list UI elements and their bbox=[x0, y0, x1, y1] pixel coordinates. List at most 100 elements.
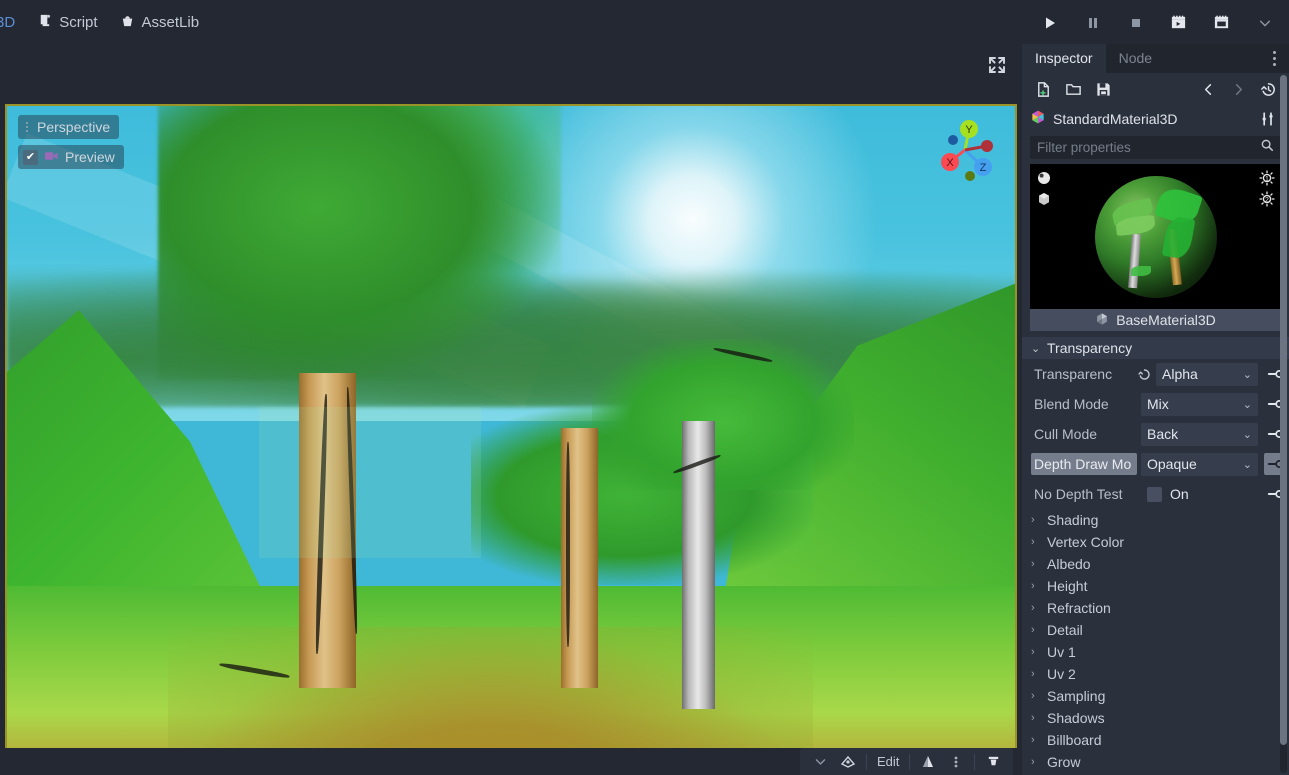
preview-toggle[interactable]: ✔ Preview bbox=[18, 145, 124, 169]
section-sampling[interactable]: › Sampling bbox=[1022, 685, 1289, 707]
property-value-cull-mode[interactable]: Back ⌄ bbox=[1141, 422, 1258, 446]
resource-header: StandardMaterial3D bbox=[1022, 105, 1289, 133]
stop-button[interactable] bbox=[1119, 6, 1152, 39]
play-custom-button[interactable] bbox=[1205, 6, 1238, 39]
main-tab-script[interactable]: Script bbox=[26, 8, 108, 37]
main-tab-script-label: Script bbox=[59, 14, 98, 31]
preview-light1-icon[interactable]: 1 bbox=[1259, 170, 1275, 186]
svg-text:X: X bbox=[946, 157, 954, 169]
chevron-right-icon: › bbox=[1031, 668, 1035, 680]
section-uv1[interactable]: › Uv 1 bbox=[1022, 641, 1289, 663]
preview-label: BaseMaterial3D bbox=[1116, 312, 1216, 328]
history-icon[interactable] bbox=[1255, 76, 1281, 102]
preview-box-icon[interactable] bbox=[1036, 191, 1052, 207]
property-row-cull-mode[interactable]: Cull Mode Back ⌄ bbox=[1022, 419, 1289, 449]
preview-light2-icon[interactable]: 2 bbox=[1259, 191, 1275, 207]
chevron-right-icon: › bbox=[1031, 514, 1035, 526]
options-button[interactable] bbox=[942, 750, 970, 774]
tab-inspector[interactable]: Inspector bbox=[1022, 44, 1106, 73]
main-tab-assetlib[interactable]: AssetLib bbox=[109, 8, 211, 37]
chevron-down-icon: ⌄ bbox=[1242, 428, 1252, 441]
collapse-button[interactable] bbox=[806, 750, 834, 774]
edit-button[interactable]: Edit bbox=[871, 750, 905, 774]
object-tools-button[interactable] bbox=[1255, 106, 1281, 132]
section-height[interactable]: › Height bbox=[1022, 575, 1289, 597]
section-albedo[interactable]: › Albedo bbox=[1022, 553, 1289, 575]
section-header-transparency[interactable]: ⌄ Transparency bbox=[1022, 337, 1289, 359]
property-row-transparency[interactable]: Transparenc Alpha ⌄ bbox=[1022, 359, 1289, 389]
preview-checkbox[interactable]: ✔ bbox=[23, 149, 38, 165]
viewport-scene bbox=[7, 106, 1015, 775]
section-refraction[interactable]: › Refraction bbox=[1022, 597, 1289, 619]
expand-viewport-button[interactable] bbox=[982, 50, 1012, 80]
section-shading[interactable]: › Shading bbox=[1022, 509, 1289, 531]
delete-button[interactable] bbox=[979, 750, 1007, 774]
chevron-down-icon: ⌄ bbox=[1242, 458, 1252, 471]
property-value-label-depth-draw-mode: Opaque bbox=[1147, 456, 1197, 472]
section-label-shadows: Shadows bbox=[1047, 710, 1105, 726]
section-uv2[interactable]: › Uv 2 bbox=[1022, 663, 1289, 685]
mirror-button[interactable] bbox=[914, 750, 942, 774]
property-value-blend-mode[interactable]: Mix ⌄ bbox=[1141, 392, 1258, 416]
play-scene-button[interactable] bbox=[1162, 6, 1195, 39]
viewport-3d[interactable]: Perspective ✔ Preview Y X Z bbox=[5, 104, 1017, 775]
mesh-icon-button[interactable] bbox=[834, 750, 862, 774]
script-icon bbox=[37, 13, 52, 32]
resource-name: StandardMaterial3D bbox=[1053, 111, 1178, 127]
filter-properties-field[interactable] bbox=[1030, 136, 1281, 159]
property-row-no-depth-test[interactable]: No Depth Test On bbox=[1022, 479, 1289, 509]
property-row-blend-mode[interactable]: Blend Mode Mix ⌄ bbox=[1022, 389, 1289, 419]
mesh-edit-toolbar: Edit bbox=[800, 748, 1014, 775]
save-resource-button[interactable] bbox=[1090, 76, 1116, 102]
more-button[interactable] bbox=[1248, 6, 1281, 39]
tab-node[interactable]: Node bbox=[1106, 44, 1165, 73]
material-icon bbox=[1030, 109, 1046, 130]
inspector-tab-bar: Inspector Node bbox=[1022, 44, 1289, 73]
property-row-depth-draw-mode[interactable]: Depth Draw Mo Opaque ⌄ bbox=[1022, 449, 1289, 479]
section-label-detail: Detail bbox=[1047, 622, 1083, 638]
tab-inspector-label: Inspector bbox=[1035, 50, 1093, 66]
property-value-no-depth-test[interactable]: On bbox=[1141, 483, 1258, 506]
preview-leaf-4 bbox=[1161, 214, 1196, 261]
preview-sphere-icon[interactable] bbox=[1036, 170, 1052, 186]
history-forward-button[interactable] bbox=[1225, 76, 1251, 102]
no-depth-test-checkbox[interactable] bbox=[1147, 486, 1162, 502]
section-grow[interactable]: › Grow bbox=[1022, 751, 1289, 773]
material-preview[interactable]: 1 2 bbox=[1030, 164, 1281, 309]
property-label-depth-draw-mode: Depth Draw Mo bbox=[1031, 453, 1137, 475]
search-input[interactable] bbox=[1037, 140, 1260, 155]
top-toolbar: 3D Script AssetLib bbox=[0, 0, 1289, 45]
chevron-right-icon: › bbox=[1031, 646, 1035, 658]
perspective-label: Perspective bbox=[37, 119, 111, 135]
main-tab-3d[interactable]: 3D bbox=[0, 9, 26, 36]
property-value-transparency[interactable]: Alpha ⌄ bbox=[1156, 362, 1258, 386]
preview-resource-label-row[interactable]: BaseMaterial3D bbox=[1030, 309, 1281, 331]
axis-gizmo[interactable]: Y X Z bbox=[929, 114, 1001, 186]
section-label-albedo: Albedo bbox=[1047, 556, 1091, 572]
chevron-right-icon: › bbox=[1031, 558, 1035, 570]
history-back-button[interactable] bbox=[1195, 76, 1221, 102]
toolbar-separator-2 bbox=[909, 753, 911, 770]
section-shadows[interactable]: › Shadows bbox=[1022, 707, 1289, 729]
revert-icon-transparency[interactable] bbox=[1137, 367, 1156, 382]
material-preview-container: 1 2 BaseMaterial3D bbox=[1022, 164, 1289, 331]
toolbar-separator-1 bbox=[866, 753, 867, 770]
inspector-scrollbar[interactable] bbox=[1280, 75, 1287, 773]
inspector-toolbar bbox=[1022, 73, 1289, 105]
scrollbar-thumb[interactable] bbox=[1280, 75, 1287, 746]
section-label-vertex-color: Vertex Color bbox=[1047, 534, 1125, 550]
toolbar-separator-3 bbox=[974, 753, 976, 770]
section-vertex-color[interactable]: › Vertex Color bbox=[1022, 531, 1289, 553]
new-resource-button[interactable] bbox=[1030, 76, 1056, 102]
section-billboard[interactable]: › Billboard bbox=[1022, 729, 1289, 751]
kebab-icon[interactable] bbox=[1265, 48, 1283, 68]
play-button[interactable] bbox=[1033, 6, 1066, 39]
pause-button[interactable] bbox=[1076, 6, 1109, 39]
property-value-depth-draw-mode[interactable]: Opaque ⌄ bbox=[1141, 452, 1258, 476]
property-value-label-blend-mode: Mix bbox=[1147, 396, 1169, 412]
section-detail[interactable]: › Detail bbox=[1022, 619, 1289, 641]
assetlib-icon bbox=[120, 13, 135, 32]
perspective-menu-button[interactable]: Perspective bbox=[18, 115, 120, 139]
property-value-label-transparency: Alpha bbox=[1162, 366, 1198, 382]
folder-icon[interactable] bbox=[1060, 76, 1086, 102]
